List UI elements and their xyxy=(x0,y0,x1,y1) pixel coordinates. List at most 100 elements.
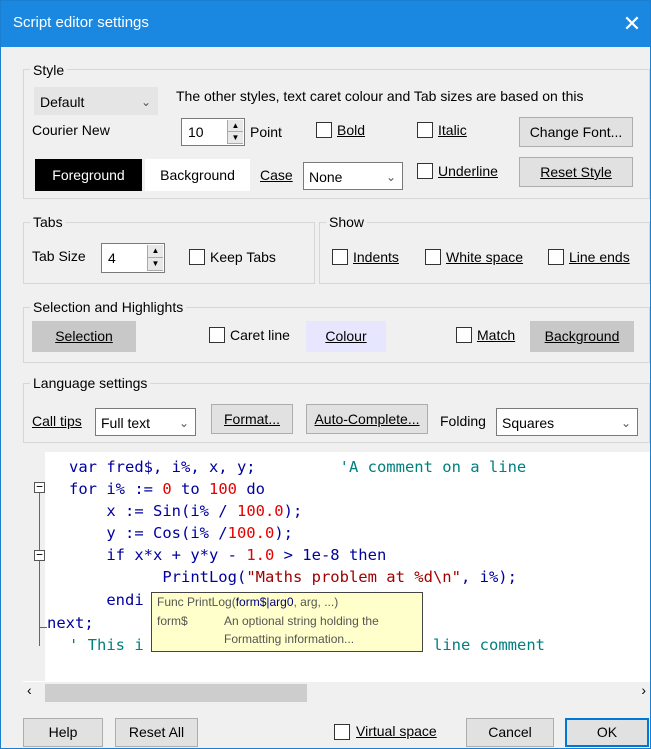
foreground-label: Foreground xyxy=(52,167,125,183)
fold-line xyxy=(39,486,40,646)
call-tips-label: Call tips xyxy=(32,413,82,429)
spinner-buttons[interactable]: ▲ ▼ xyxy=(147,245,163,271)
tab-size-spinner[interactable]: 4 ▲ ▼ xyxy=(101,243,165,273)
folding-select[interactable]: Squares ⌄ xyxy=(496,408,638,436)
case-select-value: None xyxy=(309,169,343,185)
italic-checkbox[interactable] xyxy=(417,122,433,138)
spinner-buttons[interactable]: ▲ ▼ xyxy=(227,120,243,144)
match-checkbox[interactable] xyxy=(456,327,472,343)
code-line: for i% := 0 to 100 do xyxy=(69,480,265,498)
auto-complete-button[interactable]: Auto-Complete... xyxy=(306,404,428,434)
spin-down-icon[interactable]: ▼ xyxy=(228,132,243,144)
code-line: if x*x + y*y - 1.0 > 1e-8 then xyxy=(69,546,387,564)
reset-style-button[interactable]: Reset Style xyxy=(519,157,633,187)
keep-tabs-label[interactable]: Keep Tabs xyxy=(210,249,276,265)
underline-label[interactable]: Underline xyxy=(438,163,498,179)
code-line: next; xyxy=(47,614,94,632)
call-tip-param-desc-2: Formatting information... xyxy=(224,632,355,646)
dialog-title: Script editor settings xyxy=(13,14,149,31)
caret-line-label[interactable]: Caret line xyxy=(230,327,290,343)
change-font-label: Change Font... xyxy=(529,124,623,140)
caret-line-checkbox[interactable] xyxy=(209,327,225,343)
italic-label[interactable]: Italic xyxy=(438,122,467,138)
bold-checkbox[interactable] xyxy=(316,122,332,138)
match-label[interactable]: Match xyxy=(477,327,515,343)
fold-line-end xyxy=(39,627,47,628)
code-preview-editor[interactable]: − − var fred$, i%, x, y; 'A comment on a… xyxy=(23,452,650,704)
scroll-right-icon[interactable]: › xyxy=(641,682,646,698)
help-button[interactable]: Help xyxy=(23,718,103,747)
underline-checkbox[interactable] xyxy=(417,163,433,179)
match-background-button[interactable]: Background xyxy=(530,321,634,352)
fold-collapse-icon[interactable]: − xyxy=(34,481,45,493)
scroll-thumb[interactable] xyxy=(45,684,307,702)
close-icon[interactable]: ✕ xyxy=(616,9,648,39)
spin-down-icon[interactable]: ▼ xyxy=(148,258,163,271)
format-label: Format... xyxy=(223,411,280,427)
horizontal-scrollbar[interactable]: ‹ › xyxy=(23,682,650,704)
reset-all-label: Reset All xyxy=(128,724,185,740)
foreground-button[interactable]: Foreground xyxy=(35,159,142,191)
virtual-space-checkbox[interactable] xyxy=(334,724,350,740)
white-space-checkbox[interactable] xyxy=(425,249,441,265)
change-font-button[interactable]: Change Font... xyxy=(519,117,633,147)
virtual-space-label[interactable]: Virtual space xyxy=(356,723,437,739)
cancel-button[interactable]: Cancel xyxy=(466,718,554,747)
spin-up-icon[interactable]: ▲ xyxy=(228,120,243,132)
format-button[interactable]: Format... xyxy=(211,404,293,434)
white-space-label[interactable]: White space xyxy=(446,249,523,265)
folding-value: Squares xyxy=(502,415,555,431)
reset-all-button[interactable]: Reset All xyxy=(115,718,198,747)
background-label: Background xyxy=(160,167,235,183)
code-line: ' This i xyxy=(69,636,144,654)
code-line: PrintLog("Maths problem at %d\n", i%); xyxy=(69,568,517,586)
call-tips-select[interactable]: Full text ⌄ xyxy=(95,408,196,436)
colour-button[interactable]: Colour xyxy=(306,321,386,352)
cancel-label: Cancel xyxy=(488,724,532,740)
indents-checkbox[interactable] xyxy=(332,249,348,265)
call-tip-signature: Func PrintLog(form$|arg0, arg, ...) xyxy=(157,595,339,609)
colour-label: Colour xyxy=(325,328,367,344)
case-label: Case xyxy=(260,167,293,183)
show-group-title: Show xyxy=(326,214,368,230)
ok-button[interactable]: OK xyxy=(565,718,649,747)
title-bar[interactable]: Script editor settings ✕ xyxy=(1,1,650,47)
keep-tabs-checkbox[interactable] xyxy=(189,249,205,265)
background-button[interactable]: Background xyxy=(145,159,250,191)
selection-label: Selection xyxy=(55,328,113,344)
settings-dialog: Script editor settings ✕ Style Default ⌄… xyxy=(0,0,651,749)
style-info-text: The other styles, text caret colour and … xyxy=(176,88,584,104)
help-label: Help xyxy=(48,724,78,740)
match-background-label: Background xyxy=(544,328,620,344)
chevron-down-icon: ⌄ xyxy=(178,416,189,430)
call-tips-value: Full text xyxy=(101,415,151,431)
code-line: y := Cos(i% /100.0); xyxy=(69,524,293,542)
selection-group-title: Selection and Highlights xyxy=(30,299,187,315)
code-line: x := Sin(i% / 100.0); xyxy=(69,502,303,520)
chevron-down-icon: ⌄ xyxy=(385,170,396,184)
indents-label[interactable]: Indents xyxy=(353,249,399,265)
fold-collapse-icon[interactable]: − xyxy=(34,549,45,561)
style-select[interactable]: Default ⌄ xyxy=(34,87,158,115)
case-select[interactable]: None ⌄ xyxy=(303,162,403,190)
call-tip-param-desc: An optional string holding the xyxy=(224,614,379,628)
tabs-group-title: Tabs xyxy=(30,214,66,230)
point-size-value: 10 xyxy=(188,124,204,140)
chevron-down-icon: ⌄ xyxy=(620,416,631,430)
code-line: line comment xyxy=(433,636,545,654)
tab-size-label: Tab Size xyxy=(32,248,86,264)
selection-button[interactable]: Selection xyxy=(32,321,136,352)
font-name: Courier New xyxy=(32,122,110,138)
style-select-value: Default xyxy=(40,94,85,110)
point-size-spinner[interactable]: 10 ▲ ▼ xyxy=(181,118,245,146)
line-ends-checkbox[interactable] xyxy=(548,249,564,265)
code-line: endi xyxy=(69,591,144,609)
code-line: var fred$, i%, x, y; 'A comment on a lin… xyxy=(69,458,527,476)
tab-size-value: 4 xyxy=(108,250,116,266)
spin-up-icon[interactable]: ▲ xyxy=(148,245,163,258)
bold-label[interactable]: Bold xyxy=(337,122,365,138)
scroll-left-icon[interactable]: ‹ xyxy=(27,682,32,698)
language-group-title: Language settings xyxy=(30,375,151,391)
call-tip-param-name: form$ xyxy=(157,614,188,628)
line-ends-label[interactable]: Line ends xyxy=(569,249,630,265)
